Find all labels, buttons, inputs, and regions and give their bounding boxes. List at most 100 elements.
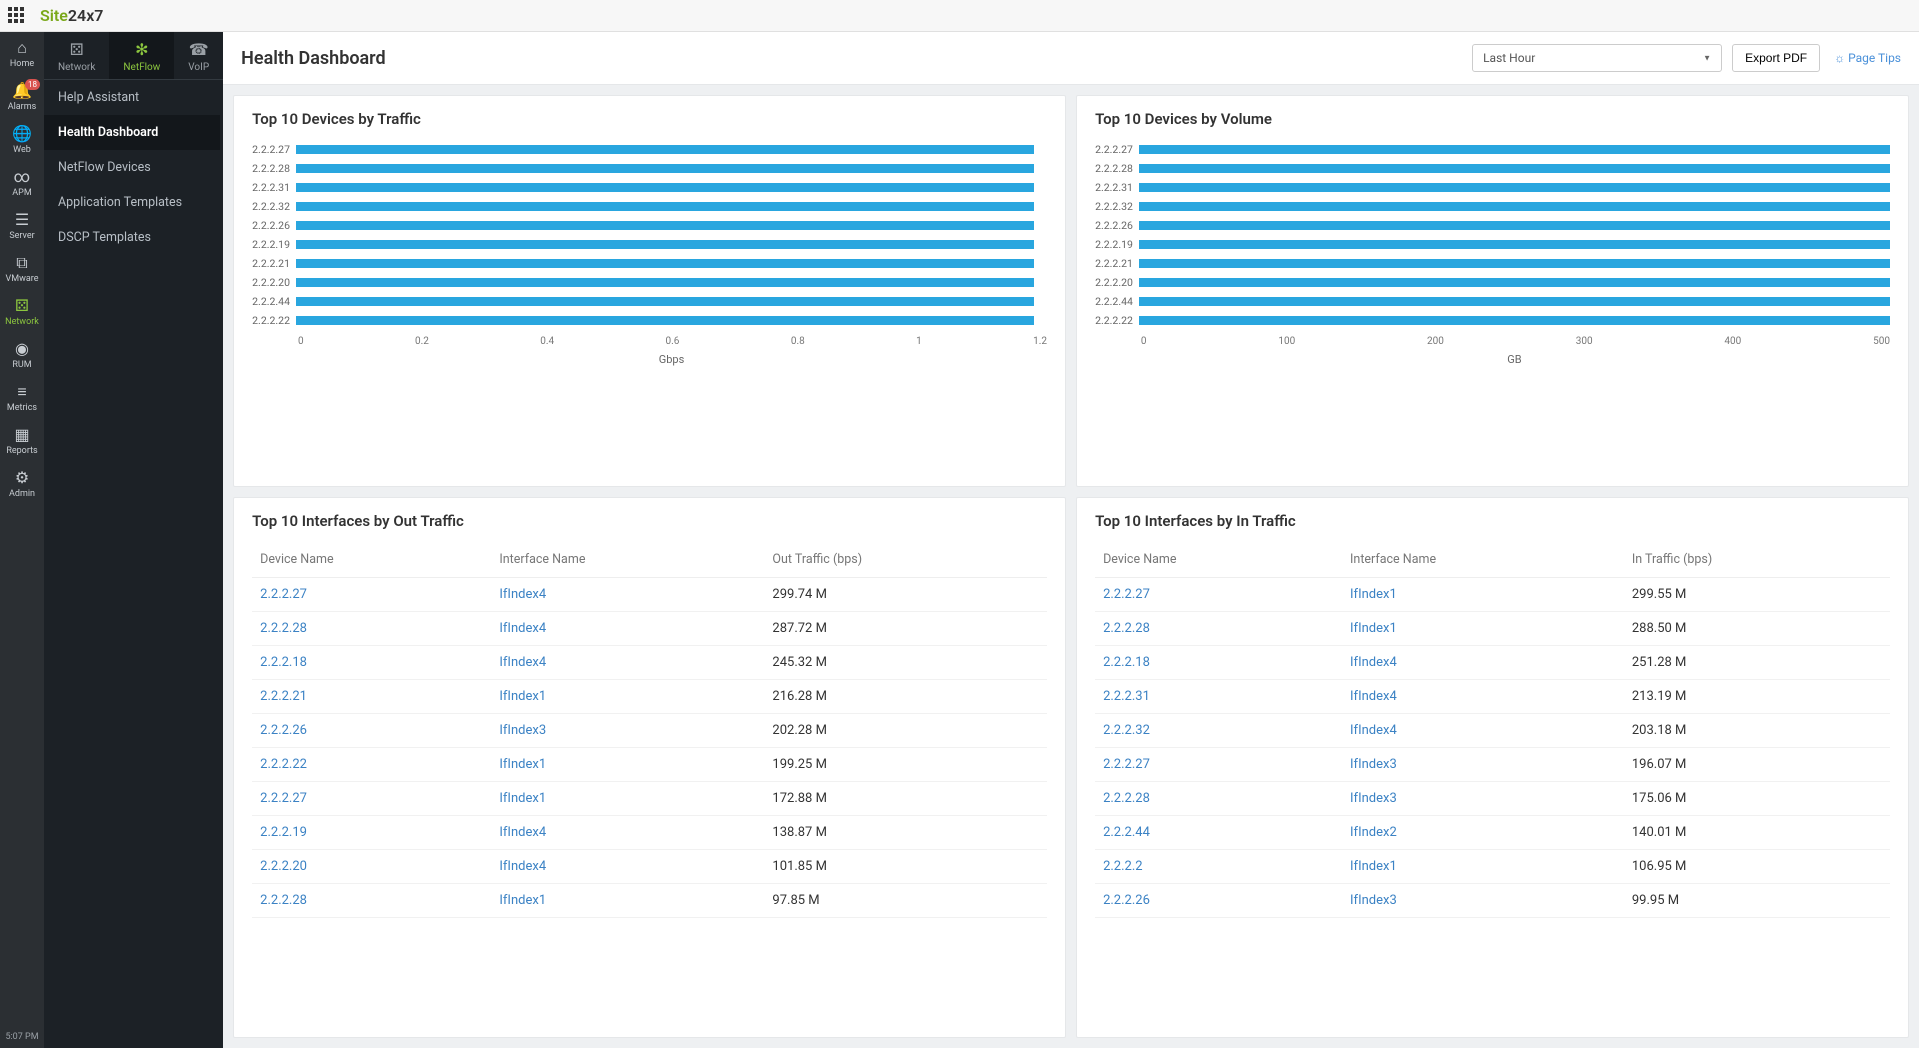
table-row: 2.2.2.27IfIndex1172.88 M	[252, 781, 1047, 815]
bulb-icon: ☼	[1834, 51, 1845, 65]
device-link[interactable]: 2.2.2.31	[1103, 689, 1150, 704]
sub-navigation: ⚄Network✻NetFlow☎VoIP Help AssistantHeal…	[44, 32, 223, 1048]
interface-link[interactable]: IfIndex4	[499, 825, 546, 840]
export-pdf-button[interactable]: Export PDF	[1732, 44, 1820, 72]
bar-row	[1139, 311, 1890, 330]
nav-item[interactable]: DSCP Templates	[44, 220, 220, 255]
bar-row	[1139, 292, 1890, 311]
interface-link[interactable]: IfIndex1	[499, 757, 546, 772]
bar	[296, 145, 1034, 154]
tab-voip[interactable]: ☎VoIP	[174, 32, 223, 79]
table-row: 2.2.2.28IfIndex197.85 M	[252, 883, 1047, 917]
interface-link[interactable]: IfIndex4	[499, 655, 546, 670]
interface-link[interactable]: IfIndex3	[1350, 757, 1397, 772]
tab-network[interactable]: ⚄Network	[44, 32, 109, 79]
sidebar-item-alarms[interactable]: 🔔Alarms18	[0, 75, 44, 118]
sidebar-item-network[interactable]: ⚄Network	[0, 290, 44, 333]
reports-icon: ▦	[0, 427, 44, 443]
device-link[interactable]: 2.2.2.28	[1103, 621, 1150, 636]
device-link[interactable]: 2.2.2.27	[260, 587, 307, 602]
nav-item[interactable]: Help Assistant	[44, 80, 220, 115]
bar	[1139, 183, 1890, 192]
device-link[interactable]: 2.2.2.26	[1103, 893, 1150, 908]
bar-chart: 2.2.2.272.2.2.282.2.2.312.2.2.322.2.2.26…	[252, 140, 1047, 366]
device-link[interactable]: 2.2.2.28	[260, 621, 307, 636]
y-labels: 2.2.2.272.2.2.282.2.2.312.2.2.322.2.2.26…	[252, 140, 296, 366]
sidebar-item-home[interactable]: ⌂Home	[0, 32, 44, 75]
nav-item[interactable]: Application Templates	[44, 185, 220, 220]
time-range-select[interactable]: Last Hour	[1472, 44, 1722, 72]
sidebar-item-metrics[interactable]: ≡Metrics	[0, 376, 44, 419]
device-link[interactable]: 2.2.2.28	[260, 893, 307, 908]
bar	[1139, 145, 1890, 154]
device-link[interactable]: 2.2.2.21	[260, 689, 307, 704]
device-link[interactable]: 2.2.2.27	[260, 791, 307, 806]
interface-link[interactable]: IfIndex3	[1350, 893, 1397, 908]
traffic-value: 299.74 M	[764, 577, 1047, 611]
bar-row	[1139, 159, 1890, 178]
interface-link[interactable]: IfIndex1	[1350, 587, 1397, 602]
voip-icon: ☎	[188, 40, 209, 59]
page-tips-link[interactable]: ☼Page Tips	[1834, 51, 1901, 65]
table-row: 2.2.2.28IfIndex3175.06 M	[1095, 781, 1890, 815]
interface-link[interactable]: IfIndex1	[1350, 621, 1397, 636]
bar-row	[296, 273, 1047, 292]
traffic-value: 251.28 M	[1624, 645, 1890, 679]
traffic-value: 99.95 M	[1624, 883, 1890, 917]
interface-link[interactable]: IfIndex4	[1350, 723, 1397, 738]
table-row: 2.2.2.18 IfIndex4 251.28 M	[1095, 645, 1890, 679]
device-link[interactable]: 2.2.2.44	[1103, 825, 1150, 840]
sidebar-item-web[interactable]: 🌐Web	[0, 118, 44, 161]
interface-link[interactable]: IfIndex1	[499, 791, 546, 806]
device-link[interactable]: 2.2.2.26	[260, 723, 307, 738]
device-link[interactable]: 2.2.2.2	[1103, 859, 1143, 874]
icon-sidebar: ⌂Home🔔Alarms18🌐Web∞APM☰Server⧉VMware⚄Net…	[0, 32, 44, 1048]
sidebar-item-admin[interactable]: ⚙Admin	[0, 462, 44, 505]
bar-row	[1139, 140, 1890, 159]
top-header: Site24x7	[0, 0, 1919, 32]
device-link[interactable]: 2.2.2.18	[1103, 655, 1150, 670]
bar	[296, 221, 1034, 230]
interface-link[interactable]: IfIndex1	[499, 893, 546, 908]
interface-link[interactable]: IfIndex1	[1350, 859, 1397, 874]
bar	[1139, 221, 1890, 230]
interface-link[interactable]: IfIndex1	[499, 689, 546, 704]
chart-panel: Top 10 Devices by Volume2.2.2.272.2.2.28…	[1076, 95, 1909, 487]
table-row: 2.2.2.44IfIndex2140.01 M	[1095, 815, 1890, 849]
tab-netflow[interactable]: ✻NetFlow	[109, 32, 174, 79]
traffic-value: 245.32 M	[764, 645, 1047, 679]
sidebar-item-reports[interactable]: ▦Reports	[0, 419, 44, 462]
device-link[interactable]: 2.2.2.32	[1103, 723, 1150, 738]
interface-link[interactable]: IfIndex4	[499, 587, 546, 602]
interface-link[interactable]: IfIndex4	[1350, 655, 1397, 670]
device-link[interactable]: 2.2.2.22	[260, 757, 307, 772]
traffic-value: 199.25 M	[764, 747, 1047, 781]
interface-link[interactable]: IfIndex3	[1350, 791, 1397, 806]
bar-row	[296, 140, 1047, 159]
device-link[interactable]: 2.2.2.27	[1103, 587, 1150, 602]
nav-item[interactable]: NetFlow Devices	[44, 150, 220, 185]
interface-link[interactable]: IfIndex4	[499, 859, 546, 874]
bar-row	[1139, 178, 1890, 197]
nav-item[interactable]: Health Dashboard	[44, 115, 220, 150]
interface-link[interactable]: IfIndex4	[1350, 689, 1397, 704]
sidebar-item-rum[interactable]: ◉RUM	[0, 333, 44, 376]
sidebar-item-apm[interactable]: ∞APM	[0, 161, 44, 204]
device-link[interactable]: 2.2.2.18	[260, 655, 307, 670]
apps-grid-icon[interactable]	[8, 7, 26, 25]
interface-link[interactable]: IfIndex4	[499, 621, 546, 636]
interface-link[interactable]: IfIndex3	[499, 723, 546, 738]
device-link[interactable]: 2.2.2.19	[260, 825, 307, 840]
sidebar-item-server[interactable]: ☰Server	[0, 204, 44, 247]
server-icon: ☰	[0, 212, 44, 228]
device-link[interactable]: 2.2.2.27	[1103, 757, 1150, 772]
sidebar-item-vmware[interactable]: ⧉VMware	[0, 247, 44, 290]
device-link[interactable]: 2.2.2.28	[1103, 791, 1150, 806]
device-link[interactable]: 2.2.2.20	[260, 859, 307, 874]
traffic-value: 288.50 M	[1624, 611, 1890, 645]
table-row: 2.2.2.22 IfIndex1 199.25 M	[252, 747, 1047, 781]
table-row: 2.2.2.27IfIndex1299.55 M	[1095, 577, 1890, 611]
admin-icon: ⚙	[0, 470, 44, 486]
clock: 5:07 PM	[5, 1026, 38, 1048]
interface-link[interactable]: IfIndex2	[1350, 825, 1397, 840]
